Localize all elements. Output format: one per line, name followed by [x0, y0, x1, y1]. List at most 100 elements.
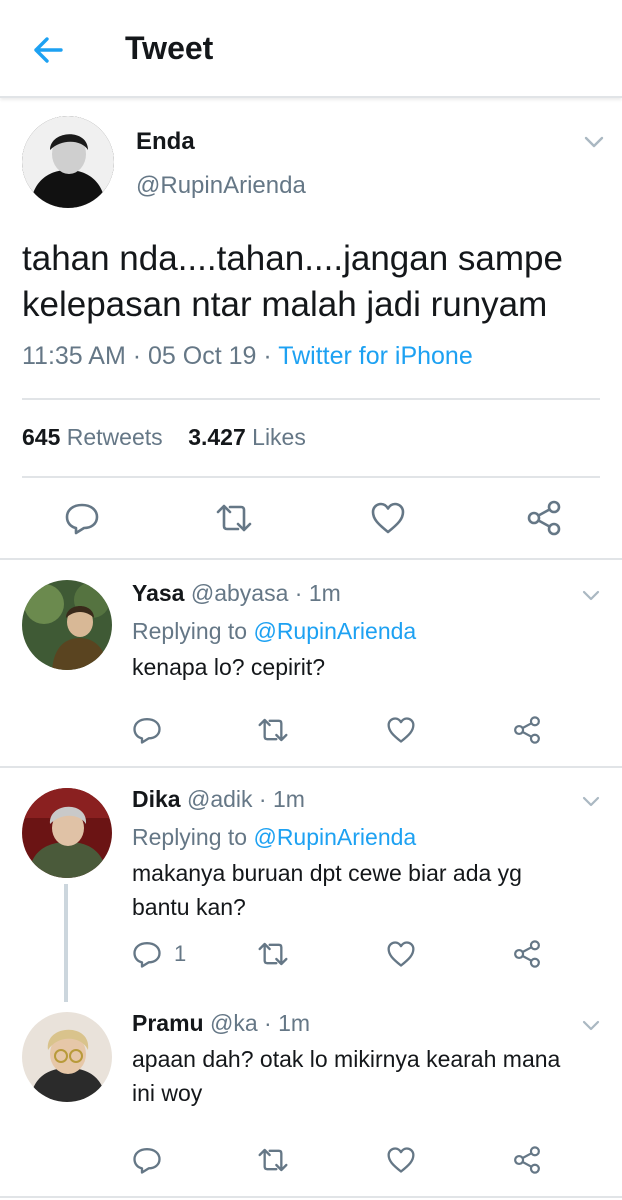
share-icon — [527, 500, 561, 536]
tweet-options-button[interactable] — [582, 130, 606, 154]
tweet-date: 05 Oct 19 — [148, 342, 257, 370]
reply-author-name[interactable]: Dika — [132, 786, 181, 812]
share-icon — [514, 716, 540, 744]
reply-header: Pramu @ka · 1m — [132, 1010, 310, 1037]
reply-options-button[interactable] — [580, 790, 602, 812]
avatar-photo — [22, 1012, 112, 1102]
divider — [22, 398, 600, 400]
heart-icon — [371, 502, 405, 534]
reply-author-name[interactable]: Pramu — [132, 1010, 204, 1036]
retweets-stat[interactable]: 645 Retweets — [22, 424, 163, 450]
like-button[interactable] — [386, 713, 416, 747]
tweet-time: 11:35 AM — [22, 342, 126, 370]
retweet-icon — [258, 942, 288, 966]
reply-button[interactable] — [62, 498, 102, 538]
like-button[interactable] — [386, 937, 416, 971]
likes-count: 3.427 — [188, 424, 246, 450]
tweet-text: tahan nda....tahan....jangan sampe kelep… — [22, 239, 563, 324]
reply-button[interactable] — [132, 1143, 174, 1177]
like-button[interactable] — [386, 1143, 416, 1177]
avatar-photo — [22, 580, 112, 670]
retweet-button[interactable] — [256, 1143, 290, 1177]
meta-separator: · — [264, 1010, 272, 1036]
author-handle[interactable]: @RupinArienda — [136, 172, 306, 200]
share-button[interactable] — [524, 498, 564, 538]
replying-to: Replying to @RupinArienda — [132, 618, 416, 645]
page-title: Tweet — [125, 30, 214, 66]
retweet-button[interactable] — [256, 713, 290, 747]
heart-icon — [387, 1147, 415, 1173]
replying-to-link[interactable]: @RupinArienda — [253, 618, 416, 644]
reply-icon — [133, 1148, 161, 1174]
reply-text: makanya buruan dpt cewe biar ada yg bant… — [132, 860, 522, 920]
share-button[interactable] — [512, 713, 542, 747]
tweet-action-bar — [0, 498, 622, 538]
heart-icon — [387, 941, 415, 967]
reply-icon — [133, 942, 161, 968]
author-name[interactable]: Enda — [136, 128, 195, 156]
tweet-source-link[interactable]: Twitter for iPhone — [278, 342, 473, 370]
divider — [0, 1196, 622, 1198]
reply-icon — [133, 718, 161, 744]
avatar[interactable] — [22, 788, 112, 878]
back-button[interactable] — [26, 28, 70, 72]
arrow-left-icon — [34, 37, 63, 63]
reply-options-button[interactable] — [580, 584, 602, 606]
retweets-count: 645 — [22, 424, 61, 450]
reply-header: Dika @adik · 1m — [132, 786, 305, 813]
avatar-photo — [22, 788, 112, 878]
reply-time: 1m — [278, 1010, 311, 1036]
reply-tweet: Pramu @ka · 1m apaan dah? otak lo mikirn… — [0, 992, 622, 1198]
reply-text: kenapa lo? cepirit? — [132, 654, 326, 680]
share-button[interactable] — [512, 937, 542, 971]
tweet-meta: 11:35 AM · 05 Oct 19 · Twitter for iPhon… — [22, 342, 473, 371]
reply-icon — [65, 503, 99, 535]
chevron-down-icon — [582, 1020, 600, 1031]
likes-label: Likes — [252, 424, 306, 450]
retweet-icon — [258, 718, 288, 742]
main-tweet: Enda @RupinArienda tahan nda....tahan...… — [0, 98, 622, 560]
replying-prefix: Replying to — [132, 618, 248, 644]
retweet-button[interactable] — [214, 498, 254, 538]
reply-action-bar: 1 — [0, 937, 622, 971]
reply-action-bar — [0, 713, 622, 747]
reply-text: apaan dah? otak lo mikirnya kearah mana … — [132, 1046, 561, 1106]
reply-author-handle[interactable]: @ka — [210, 1010, 258, 1036]
replying-to: Replying to @RupinArienda — [132, 824, 416, 851]
avatar[interactable] — [22, 580, 112, 670]
share-icon — [514, 1146, 540, 1174]
avatar[interactable] — [22, 116, 114, 208]
chevron-down-icon — [582, 590, 600, 601]
meta-separator: · — [263, 342, 272, 370]
meta-separator: · — [132, 342, 142, 370]
reply-author-handle[interactable]: @abyasa — [191, 580, 289, 606]
replying-prefix: Replying to — [132, 824, 248, 850]
tweet-stats: 645 Retweets 3.427 Likes — [22, 424, 306, 451]
heart-icon — [387, 717, 415, 743]
divider — [22, 476, 600, 478]
reply-tweet: Dika @adik · 1m Replying to @RupinAriend… — [0, 768, 622, 988]
replying-to-link[interactable]: @RupinArienda — [253, 824, 416, 850]
chevron-down-icon — [584, 136, 604, 148]
reply-button[interactable]: 1 — [132, 937, 186, 971]
likes-stat[interactable]: 3.427 Likes — [188, 424, 306, 450]
thread-connector-line — [64, 884, 68, 1002]
retweet-button[interactable] — [256, 937, 290, 971]
retweet-icon — [216, 504, 252, 532]
retweets-label: Retweets — [66, 424, 163, 450]
meta-separator: · — [258, 786, 267, 812]
retweet-icon — [258, 1148, 288, 1172]
reply-time: 1m — [272, 786, 305, 812]
reply-header: Yasa @abyasa · 1m — [132, 580, 341, 607]
share-button[interactable] — [512, 1143, 542, 1177]
share-icon — [514, 940, 540, 968]
reply-count: 1 — [174, 941, 187, 966]
avatar[interactable] — [22, 1012, 112, 1102]
reply-author-handle[interactable]: @adik — [187, 786, 253, 812]
reply-options-button[interactable] — [580, 1014, 602, 1036]
reply-author-name[interactable]: Yasa — [132, 580, 184, 606]
like-button[interactable] — [368, 498, 408, 538]
meta-separator: · — [294, 580, 303, 606]
chevron-down-icon — [582, 796, 600, 807]
reply-button[interactable] — [132, 713, 174, 747]
